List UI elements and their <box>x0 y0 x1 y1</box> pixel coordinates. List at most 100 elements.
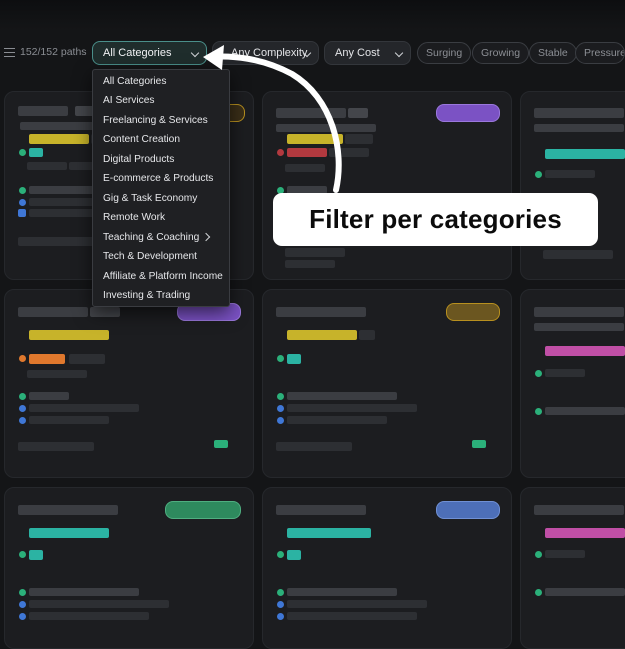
score-bar <box>287 330 357 340</box>
chip-surging[interactable]: Surging <box>417 42 472 64</box>
blurred-text <box>29 612 149 620</box>
path-card[interactable] <box>262 91 512 280</box>
status-dot <box>19 551 26 558</box>
trend-tag <box>165 501 241 519</box>
status-dot <box>277 393 284 400</box>
path-card[interactable] <box>4 289 254 478</box>
status-dot <box>277 589 284 596</box>
score-bar <box>287 148 327 157</box>
status-dot <box>19 613 26 620</box>
blurred-text <box>287 612 417 620</box>
status-dot <box>277 417 284 424</box>
blurred-text <box>545 369 585 377</box>
chip-growing[interactable]: Growing <box>472 42 530 64</box>
blurred-text <box>345 134 373 144</box>
score-bar <box>287 528 371 538</box>
menu-item-digital-products[interactable]: Digital Products <box>103 154 174 165</box>
score-bar <box>29 354 65 364</box>
status-dot <box>277 405 284 412</box>
blurred-text <box>18 106 68 116</box>
complexity-select-value: Any Complexity <box>231 47 308 59</box>
paths-counter: 152/152 paths <box>4 46 87 58</box>
menu-item-ai-services[interactable]: AI Services <box>103 95 155 106</box>
menu-item-affiliate[interactable]: Affiliate & Platform Income <box>103 271 223 282</box>
complexity-select[interactable]: Any Complexity <box>212 41 319 65</box>
chip-pressured[interactable]: Pressured <box>575 42 625 64</box>
cost-select-value: Any Cost <box>335 47 380 59</box>
blurred-text <box>276 442 352 451</box>
score-bar <box>29 148 43 157</box>
blurred-text <box>276 505 366 515</box>
blurred-text <box>285 248 345 257</box>
menu-item-content-creation[interactable]: Content Creation <box>103 134 180 145</box>
status-dot <box>535 370 542 377</box>
blurred-text <box>545 170 595 178</box>
filter-toolbar: 152/152 paths All Categories Any Complex… <box>0 38 625 70</box>
score-bar <box>545 528 625 538</box>
status-dot <box>19 601 26 608</box>
blurred-text <box>285 260 335 268</box>
blurred-text <box>545 588 625 596</box>
status-dot <box>277 355 284 362</box>
status-dot <box>535 408 542 415</box>
blurred-text <box>534 124 624 132</box>
blurred-text <box>276 108 346 118</box>
score-bar <box>29 134 89 144</box>
blurred-text <box>285 164 325 172</box>
status-dot <box>19 187 26 194</box>
blurred-text <box>545 550 585 558</box>
cost-select[interactable]: Any Cost <box>324 41 411 65</box>
blurred-text <box>18 307 88 317</box>
sliders-icon[interactable] <box>4 47 15 57</box>
category-select-value: All Categories <box>103 47 172 59</box>
status-dot <box>19 393 26 400</box>
blurred-text <box>543 250 613 259</box>
score-bar <box>287 354 301 364</box>
path-card[interactable] <box>520 289 625 478</box>
menu-item-freelancing[interactable]: Freelancing & Services <box>103 115 208 126</box>
blurred-text <box>276 124 376 132</box>
trend-tag <box>436 501 500 519</box>
blurred-text <box>329 148 369 157</box>
status-dot <box>19 417 26 424</box>
menu-item-gig-economy[interactable]: Gig & Task Economy <box>103 193 197 204</box>
menu-item-investing[interactable]: Investing & Trading <box>103 290 190 301</box>
status-dot <box>277 601 284 608</box>
status-dot <box>19 149 26 156</box>
blurred-text <box>29 198 97 206</box>
status-dot <box>277 613 284 620</box>
chevron-down-icon <box>394 48 404 58</box>
menu-item-teaching[interactable]: Teaching & Coaching <box>103 232 219 243</box>
blurred-text <box>29 186 95 194</box>
status-dot <box>19 199 26 206</box>
score-bar <box>29 330 109 340</box>
blurred-text <box>287 588 397 596</box>
blurred-text <box>276 307 366 317</box>
status-dot <box>18 209 26 217</box>
blurred-text <box>545 407 625 415</box>
status-dot <box>535 589 542 596</box>
score-bar <box>287 550 301 560</box>
menu-item-remote-work[interactable]: Remote Work <box>103 212 165 223</box>
chevron-right-icon <box>201 232 211 242</box>
blurred-text <box>359 330 375 340</box>
menu-item-ecommerce[interactable]: E-commerce & Products <box>103 173 213 184</box>
status-dot <box>277 551 284 558</box>
status-dot <box>19 355 26 362</box>
status-dot <box>277 149 284 156</box>
blurred-text <box>287 404 417 412</box>
path-card[interactable] <box>262 289 512 478</box>
blurred-text <box>18 237 98 246</box>
blurred-text <box>27 370 87 378</box>
path-card[interactable] <box>520 91 625 280</box>
menu-item-tech-development[interactable]: Tech & Development <box>103 251 197 262</box>
status-badge <box>472 440 486 448</box>
blurred-text <box>287 392 397 400</box>
blurred-text <box>90 307 120 317</box>
chevron-down-icon <box>190 48 200 58</box>
menu-item-all-categories[interactable]: All Categories <box>103 76 166 87</box>
blurred-text <box>29 209 95 217</box>
trend-tag <box>446 303 500 321</box>
chip-stable[interactable]: Stable <box>529 42 577 64</box>
category-select[interactable]: All Categories <box>92 41 207 65</box>
